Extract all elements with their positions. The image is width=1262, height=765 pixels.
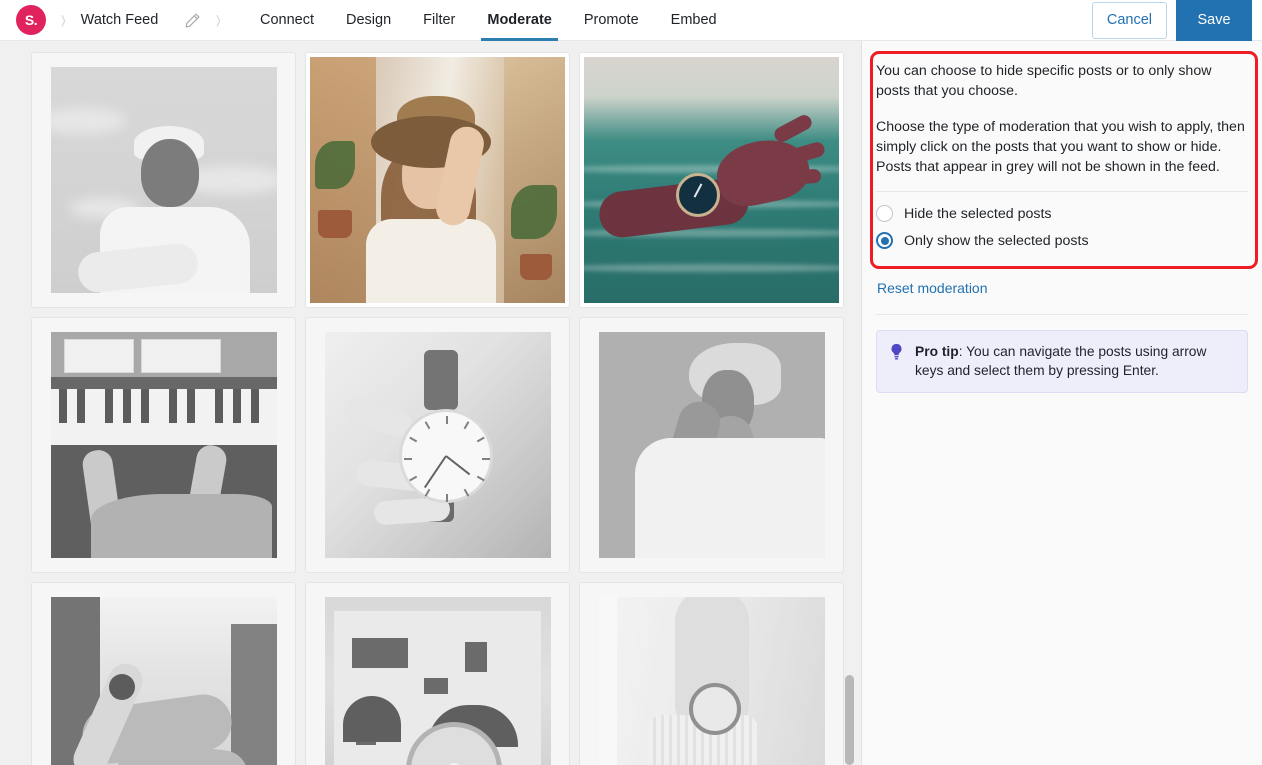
lightbulb-icon	[889, 342, 904, 380]
post-thumbnail-3	[584, 57, 839, 303]
breadcrumb-feed-name: Watch Feed	[80, 12, 159, 28]
tab-embed[interactable]: Embed	[655, 0, 733, 41]
tab-bar: Connect Design Filter Moderate Promote E…	[244, 0, 733, 41]
post-thumbnail-1	[50, 67, 277, 293]
post-tile-3[interactable]	[579, 52, 844, 308]
post-thumbnail-7	[50, 597, 277, 765]
post-thumbnail-6	[598, 332, 825, 558]
breadcrumb-separator-2: ›	[216, 4, 222, 36]
cancel-button[interactable]: Cancel	[1091, 1, 1167, 39]
radio-only-show-selected-posts[interactable]: Only show the selected posts	[876, 232, 1248, 249]
app-logo[interactable]: S.	[16, 5, 46, 35]
grid-scrollbar-track[interactable]	[845, 41, 854, 765]
panel-divider-1	[876, 191, 1248, 192]
post-thumbnail-2	[310, 57, 565, 303]
tab-moderate[interactable]: Moderate	[471, 0, 567, 41]
pro-tip-text: Pro tip: You can navigate the posts usin…	[915, 342, 1235, 380]
radio-only-show-icon[interactable]	[876, 232, 893, 249]
tab-promote-label: Promote	[583, 12, 639, 28]
pro-tip-box: Pro tip: You can navigate the posts usin…	[876, 330, 1248, 393]
radio-hide-selected-posts[interactable]: Hide the selected posts	[876, 205, 1248, 222]
logo-text: S.	[24, 12, 38, 28]
pencil-icon[interactable]	[184, 12, 201, 29]
top-bar-actions: Cancel Save	[1091, 0, 1262, 41]
top-bar: S. › Watch Feed › Connect Design Filter …	[0, 0, 1262, 41]
tab-design-label: Design	[346, 12, 392, 28]
pro-tip-label: Pro tip	[915, 344, 959, 359]
radio-hide-icon[interactable]	[876, 205, 893, 222]
tab-moderate-label: Moderate	[487, 12, 552, 28]
post-tile-8[interactable]	[305, 582, 570, 765]
save-button[interactable]: Save	[1176, 0, 1252, 41]
post-tile-7[interactable]	[31, 582, 296, 765]
breadcrumb-separator-1: ›	[60, 4, 66, 36]
post-tile-1[interactable]	[31, 52, 296, 308]
tab-connect[interactable]: Connect	[244, 0, 330, 41]
post-tile-2[interactable]	[305, 52, 570, 308]
post-tile-9[interactable]	[579, 582, 844, 765]
post-grid	[0, 41, 862, 765]
panel-divider-2	[876, 314, 1248, 315]
moderation-panel: You can choose to hide specific posts or…	[862, 41, 1262, 765]
post-thumbnail-9	[598, 597, 825, 765]
moderation-panel-inner: You can choose to hide specific posts or…	[876, 61, 1248, 393]
page-body: You can choose to hide specific posts or…	[0, 41, 1262, 765]
pro-tip-body: : You can navigate the posts using arrow…	[915, 344, 1207, 378]
radio-hide-label: Hide the selected posts	[904, 205, 1052, 222]
grid-scrollbar-thumb[interactable]	[845, 675, 854, 765]
tab-design[interactable]: Design	[330, 0, 407, 41]
post-thumbnail-8	[324, 597, 551, 765]
tab-filter-label: Filter	[423, 12, 456, 28]
post-tile-5[interactable]	[305, 317, 570, 573]
moderation-description-2: Choose the type of moderation that you w…	[876, 119, 1245, 175]
post-thumbnail-5	[324, 332, 551, 558]
tab-filter[interactable]: Filter	[407, 0, 471, 41]
post-thumbnail-4	[50, 332, 277, 558]
post-grid-pane	[0, 41, 862, 765]
tab-connect-label: Connect	[259, 12, 314, 28]
post-tile-4[interactable]	[31, 317, 296, 573]
radio-only-show-label: Only show the selected posts	[904, 232, 1089, 249]
reset-moderation-link[interactable]: Reset moderation	[877, 280, 988, 296]
moderation-description-1: You can choose to hide specific posts or…	[876, 63, 1212, 99]
tab-promote[interactable]: Promote	[568, 0, 655, 41]
tab-embed-label: Embed	[670, 12, 717, 28]
post-tile-6[interactable]	[579, 317, 844, 573]
